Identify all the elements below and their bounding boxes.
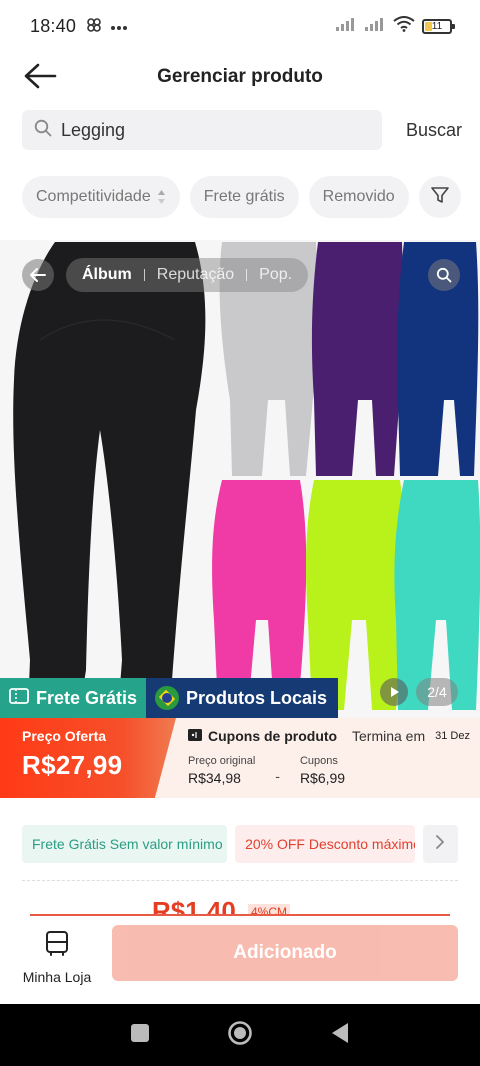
bottom-action-bar: Minha Loja Adicionado <box>0 916 480 1004</box>
wifi-icon <box>393 15 415 37</box>
offer-price-label: Preço Oferta <box>22 728 107 744</box>
chevron-right-icon <box>435 834 445 854</box>
promotions-row: Frete Grátis Sem valor mínimo 20% OFF De… <box>22 825 458 863</box>
offer-price-value: R$27,99 <box>22 750 123 780</box>
back-button[interactable] <box>20 58 60 98</box>
filter-label: Frete grátis <box>203 188 285 205</box>
sort-arrows-icon <box>157 189 166 205</box>
page-title: Gerenciar produto <box>157 66 323 87</box>
back-nav-button[interactable] <box>326 1021 354 1049</box>
my-store-button[interactable]: Minha Loja <box>22 930 92 985</box>
more-dots-icon <box>110 18 128 34</box>
battery-icon: 11 <box>422 18 455 34</box>
arrow-left-icon <box>29 267 47 283</box>
added-button[interactable]: Adicionado <box>112 925 458 981</box>
offer-price-block: Preço Oferta R$27,99 <box>0 718 176 798</box>
status-bar: 18:40 11 <box>0 0 480 52</box>
my-store-label: Minha Loja <box>22 969 92 985</box>
search-icon <box>436 267 452 283</box>
search-button[interactable]: Buscar <box>406 120 462 141</box>
coupon-value: Cupons R$6,99 <box>299 755 346 786</box>
price-bar: Preço Oferta R$27,99 Cupons de produto T… <box>0 718 480 798</box>
top-header: Gerenciar produto <box>0 52 480 102</box>
signal-icon <box>335 16 357 37</box>
filter-button[interactable] <box>418 176 461 218</box>
divider <box>22 880 458 881</box>
store-icon <box>45 930 69 961</box>
search-icon <box>34 119 52 142</box>
shipping-badges: Frete Grátis Produtos Locais <box>0 678 339 718</box>
filter-label: Removido <box>322 188 395 205</box>
original-price: Preço original R$34,98 <box>188 755 256 786</box>
gallery-back-button[interactable] <box>22 259 54 291</box>
promo-free-shipping[interactable]: Frete Grátis Sem valor mínimo <box>22 825 228 863</box>
ends-label: Termina em <box>352 728 426 744</box>
filter-label: Competitividade <box>36 188 151 205</box>
ticket-icon <box>9 687 29 709</box>
partial-price-row: R$1,40 4%CM <box>30 892 450 916</box>
promos-next-button[interactable] <box>422 825 458 863</box>
filter-competitividade[interactable]: Competitividade <box>22 176 180 218</box>
status-time: 18:40 <box>30 15 77 36</box>
arrow-left-icon <box>23 62 57 95</box>
coupons-title: Cupons de produto <box>208 728 338 744</box>
tab-album[interactable]: Álbum <box>82 266 132 284</box>
free-shipping-badge: Frete Grátis <box>0 678 147 718</box>
partial-percent: 4%CM <box>248 904 291 914</box>
gallery-page-indicator: 2/4 <box>416 678 458 706</box>
filter-frete-gratis[interactable]: Frete grátis <box>189 176 299 218</box>
home-button[interactable] <box>226 1020 254 1051</box>
promo-discount[interactable]: 20% OFF Desconto máximo <box>235 825 415 863</box>
local-products-badge: Produtos Locais <box>146 678 339 718</box>
product-image <box>0 240 480 720</box>
ends-date: 31 Dez <box>435 730 470 742</box>
search-row: Buscar <box>22 110 462 150</box>
notification-icon <box>86 17 102 36</box>
brazil-flag-icon <box>155 686 180 710</box>
play-icon <box>388 686 400 698</box>
filter-removido[interactable]: Removido <box>308 176 409 218</box>
signal-icon-2 <box>364 16 386 37</box>
partial-price: R$1,40 <box>152 896 236 916</box>
system-nav-bar <box>0 1004 480 1066</box>
circle-icon <box>227 1020 253 1051</box>
coupon-icon <box>188 728 202 744</box>
funnel-icon <box>430 185 450 210</box>
play-video-button[interactable] <box>380 678 408 706</box>
coupon-block: Cupons de produto Termina em 31 Dez Preç… <box>156 718 480 798</box>
gallery-tabs: Álbum Reputação Pop. <box>66 258 309 292</box>
square-icon <box>130 1023 150 1048</box>
product-gallery[interactable]: Álbum Reputação Pop. 2/4 <box>0 240 480 720</box>
filter-chips: Competitividade Frete grátis Removido <box>22 176 470 218</box>
recents-button[interactable] <box>126 1021 154 1049</box>
search-input[interactable] <box>61 119 361 141</box>
price-separator: - <box>275 768 280 784</box>
tab-reputacao[interactable]: Reputação <box>157 266 234 284</box>
triangle-back-icon <box>330 1022 350 1049</box>
tab-pop[interactable]: Pop. <box>259 266 292 284</box>
search-box[interactable] <box>22 110 382 150</box>
gallery-search-button[interactable] <box>428 259 460 291</box>
